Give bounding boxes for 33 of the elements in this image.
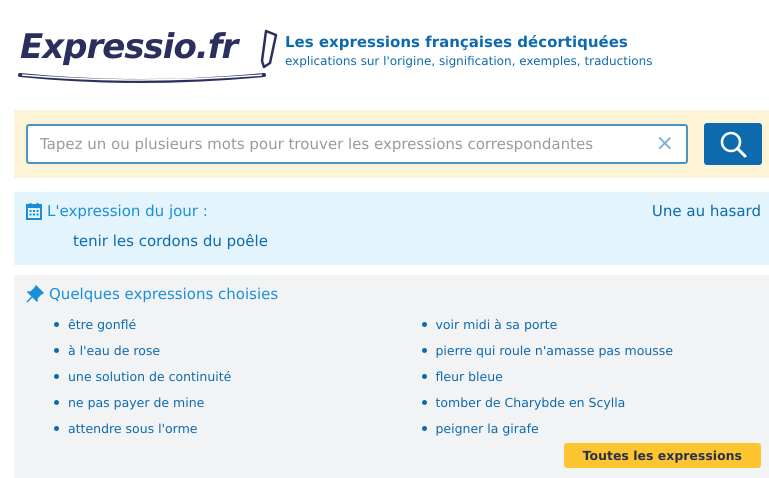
bullet-icon [422, 322, 426, 326]
bullet-icon [422, 400, 426, 404]
expression-link[interactable]: peigner la girafe [436, 420, 539, 436]
expression-link[interactable]: attendre sous l'orme [68, 420, 198, 436]
calendar-icon [26, 202, 42, 220]
logo-text[interactable]: Expressio.fr [20, 25, 238, 69]
all-expressions-button[interactable]: Toutes les expressions [564, 443, 761, 468]
expression-link[interactable]: tenir les cordons du poêle [73, 232, 268, 250]
bullet-icon [54, 426, 59, 430]
pencil-icon [260, 29, 278, 69]
expression-link[interactable]: tomber de Charybde en Scylla [436, 394, 626, 410]
bullet-icon [422, 374, 426, 378]
bullet-icon [54, 374, 59, 378]
expression-link[interactable]: être gonflé [68, 316, 136, 332]
expression-link[interactable]: voir midi à sa porte [436, 316, 558, 332]
expression-link[interactable]: fleur bleue [436, 368, 503, 384]
pin-icon [26, 285, 44, 303]
bullet-icon [422, 348, 426, 352]
site-title: Les expressions françaises décortiquées [285, 32, 629, 50]
search-button[interactable] [704, 123, 762, 165]
bullet-icon [54, 322, 59, 326]
section-heading: Quelques expressions choisies [49, 285, 278, 303]
section-heading: L'expression du jour : [47, 202, 208, 220]
search-icon [719, 130, 747, 158]
random-link[interactable]: Une au hasard [652, 202, 761, 220]
bullet-icon [54, 348, 59, 352]
bullet-icon [422, 426, 426, 430]
expression-link[interactable]: ne pas payer de mine [68, 394, 204, 410]
bullet-icon [54, 400, 59, 404]
site-subtitle: explications sur l'origine, signification, exemples, traductions [285, 54, 652, 68]
expression-link[interactable]: une solution de continuité [68, 368, 232, 384]
expression-link[interactable]: pierre qui roule n'amasse pas mousse [436, 342, 674, 358]
expression-link[interactable]: à l'eau de rose [68, 342, 160, 358]
